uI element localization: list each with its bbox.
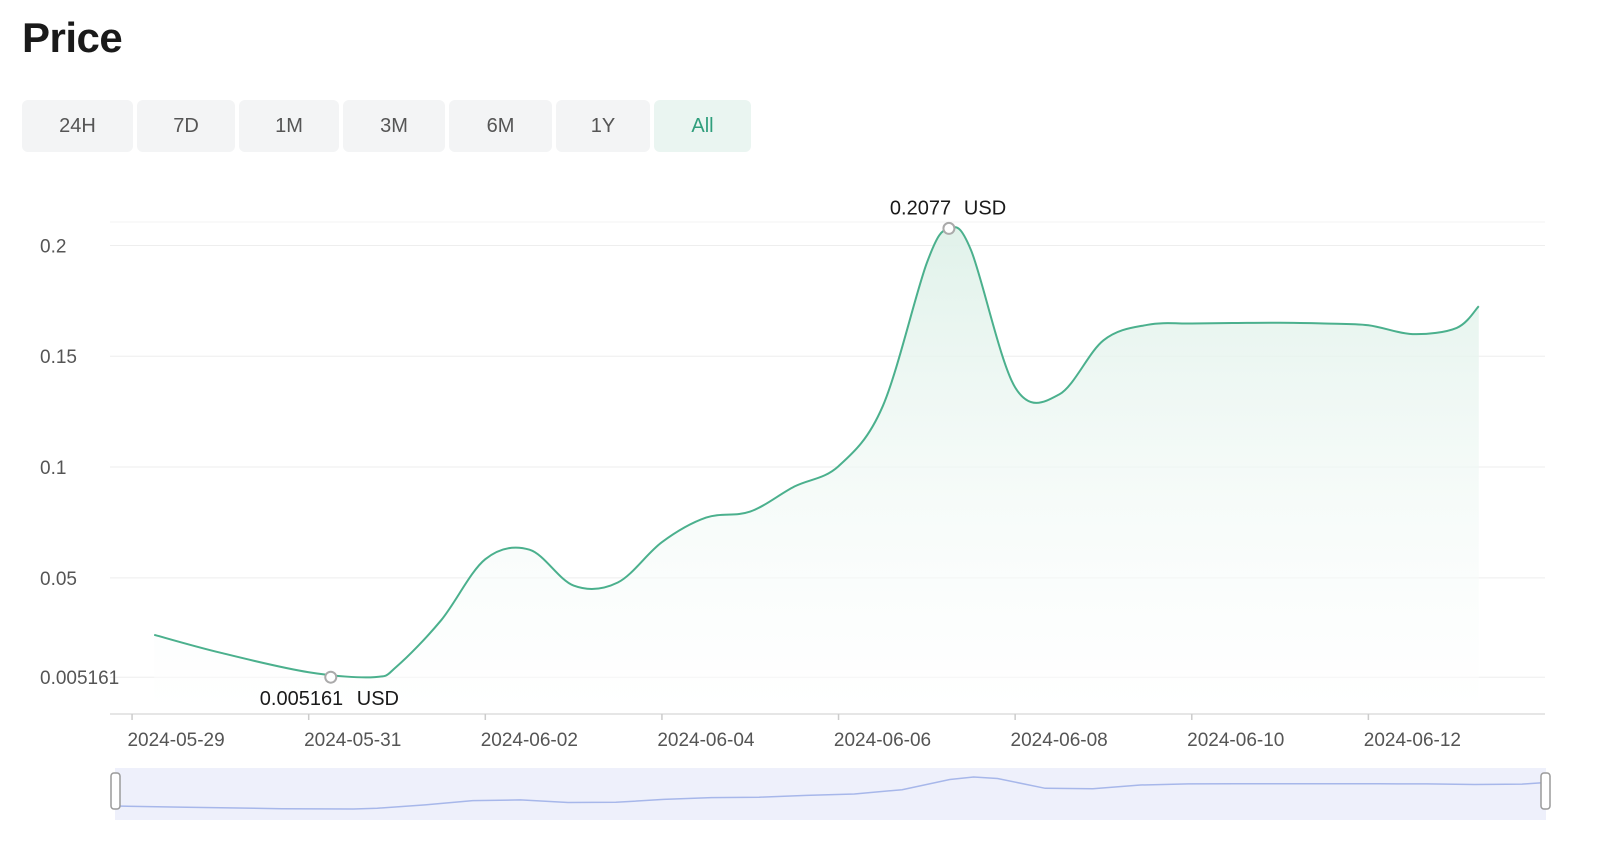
price-chart: 0.0051610.050.10.150.2 2024-05-29 2024-05…	[40, 197, 1551, 820]
x-tick-label: 2024-05-31	[304, 730, 401, 751]
marker-dot	[324, 670, 338, 684]
x-tick-label: 2024-06-04	[657, 730, 755, 751]
x-tick-label: 2024-06-10	[1187, 730, 1284, 751]
area-fill	[154, 227, 1479, 714]
marker-value-label: 0.005161	[260, 688, 343, 710]
y-tick-label: 0.1	[40, 458, 66, 479]
marker-dot	[942, 221, 956, 235]
plot-area	[153, 226, 1480, 714]
x-tick-label: 2024-06-06	[834, 730, 931, 751]
x-axis: 2024-05-29 2024-05-31 2024-06-02 2024-06-04…	[110, 713, 1545, 751]
x-tick-label: 2024-06-02	[481, 730, 578, 751]
marker-value-label: 0.2077	[890, 197, 951, 219]
navigator-right-handle[interactable]	[1540, 772, 1551, 810]
x-tick-label: 2024-06-12	[1364, 730, 1461, 751]
y-tick-label: 0.2	[40, 236, 66, 257]
x-tick-label: 2024-06-08	[1011, 730, 1108, 751]
navigator[interactable]	[110, 768, 1551, 820]
y-tick-label: 0.15	[40, 347, 77, 368]
marker-unit-label: USD	[964, 197, 1006, 219]
marker-unit-label: USD	[357, 688, 399, 710]
y-axis: 0.005161 0.05 0.1 0.15 0.2	[40, 236, 119, 689]
navigator-left-handle[interactable]	[110, 772, 121, 810]
y-tick-label: 0.05	[40, 569, 77, 590]
y-tick-label: 0.005161	[40, 668, 119, 689]
x-tick-label: 2024-05-29	[127, 730, 224, 751]
